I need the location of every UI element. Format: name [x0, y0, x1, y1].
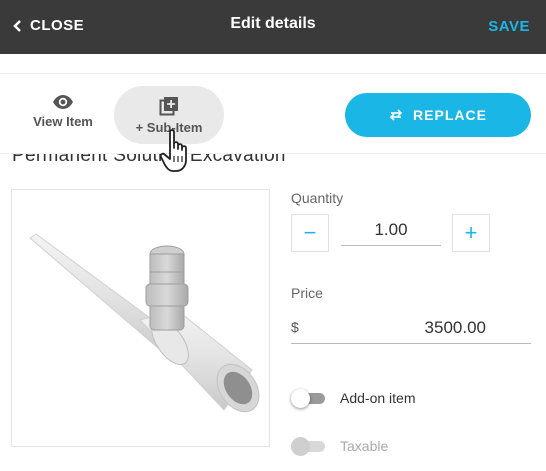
sub-item-label: + Sub-Item	[135, 120, 203, 135]
page-title: Edit details	[230, 15, 316, 32]
action-bar: View Item + Sub-Item REPLACE	[0, 76, 546, 154]
add-on-item-label: Add-on item	[340, 390, 416, 406]
replace-label: REPLACE	[413, 107, 487, 123]
replace-button[interactable]: REPLACE	[345, 93, 531, 137]
taxable-label: Taxable	[340, 438, 389, 454]
top-bar: CLOSE Edit details SAVE	[0, 0, 546, 54]
taxable-toggle[interactable]	[291, 437, 325, 456]
swap-icon	[389, 109, 403, 121]
product-image	[11, 189, 270, 447]
toggle-knob	[291, 437, 310, 456]
view-item-button[interactable]: View Item	[20, 94, 106, 138]
pipe-tee-image	[29, 233, 260, 413]
price-input[interactable]	[310, 312, 530, 344]
view-item-label: View Item	[33, 114, 93, 129]
quantity-input[interactable]	[341, 214, 441, 246]
add-box-icon	[159, 97, 178, 116]
add-sub-item-button[interactable]: + Sub-Item	[114, 86, 224, 144]
quantity-decrement-button[interactable]: −	[291, 214, 329, 252]
add-on-item-toggle[interactable]	[291, 389, 325, 408]
price-underline	[291, 343, 531, 344]
quantity-label: Quantity	[291, 190, 344, 206]
quantity-increment-button[interactable]: +	[452, 214, 490, 252]
header-divider	[0, 54, 546, 74]
toggle-knob	[291, 389, 310, 408]
price-label: Price	[291, 285, 323, 301]
save-button[interactable]: SAVE	[488, 18, 530, 35]
currency-symbol: $	[291, 319, 299, 335]
eye-icon	[53, 95, 73, 109]
